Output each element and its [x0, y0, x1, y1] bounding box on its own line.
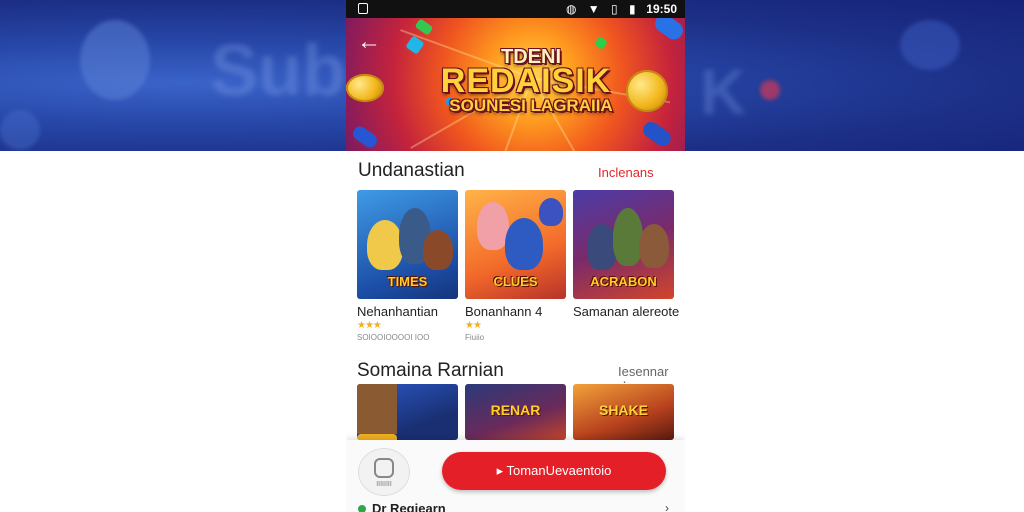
app-icon[interactable]: IIIIIIII	[358, 448, 410, 496]
phone-icon	[374, 458, 394, 478]
background-blur-text: K	[700, 56, 747, 128]
game-logo: ACRABON	[590, 274, 657, 289]
game-name[interactable]: Nehanhantian	[357, 304, 438, 319]
character-art	[367, 220, 403, 270]
gallery-icon	[358, 3, 368, 14]
next-section-title: Dr Regiearn	[358, 501, 446, 512]
background-coin	[80, 20, 150, 100]
character-art	[423, 230, 453, 270]
section-title: Somaina Rarnian	[357, 360, 504, 381]
character-art	[505, 218, 543, 270]
rating-stars: ★★★	[357, 320, 382, 331]
rating-stars: ★★	[465, 320, 482, 331]
game-card[interactable]	[357, 384, 458, 440]
bottom-action-bar: IIIIIIII ▸ TomanUevaentoio Dr Regiearn ›	[346, 440, 685, 512]
gold-coin-icon	[626, 70, 668, 112]
game-logo: TIMES	[387, 274, 428, 289]
gem-icon	[414, 18, 434, 36]
game-meta: SOIOOIOOOOI IOO	[357, 333, 430, 342]
game-name[interactable]: Samanan alereote	[573, 304, 679, 319]
section-link-text: Iesennar	[618, 364, 669, 379]
character-art	[639, 224, 669, 268]
phone-screen: ◍ ▼ ▯ ▮ 19:50 ← TDENI REDAISIK SOUNESI L…	[346, 0, 685, 512]
game-name-text: Bonanhann	[465, 304, 532, 319]
section-see-all-link[interactable]: Inclenans	[598, 165, 654, 180]
gem-icon	[651, 18, 685, 43]
background-coin	[760, 80, 780, 100]
game-card[interactable]: TIMES	[357, 190, 458, 299]
character-art	[613, 208, 643, 266]
install-button-label: TomanUevaentoio	[506, 463, 612, 478]
background-coin	[0, 110, 40, 150]
game-name[interactable]: Bonanhann 4	[465, 304, 542, 319]
game-logo: RENAR	[490, 402, 541, 418]
gem-icon	[350, 123, 380, 151]
status-icons: ◍ ▼ ▯ ▮	[566, 2, 640, 16]
section-title: Undanastian	[358, 160, 465, 181]
background-blur-text: Sub	[210, 31, 346, 111]
game-card[interactable]: SHAKE	[573, 384, 674, 440]
character-art	[539, 198, 563, 226]
game-meta: Fiuiio	[465, 333, 485, 342]
gold-coin-icon	[346, 74, 384, 102]
game-card[interactable]: ACRABON	[573, 190, 674, 299]
game-logo: CLUES	[493, 274, 538, 289]
game-name-suffix: 4	[535, 304, 543, 319]
status-dot-icon	[358, 505, 366, 512]
game-logo: SHAKE	[598, 402, 648, 418]
back-arrow-icon[interactable]: ←	[356, 30, 382, 56]
gem-icon	[640, 118, 674, 150]
game-card[interactable]: CLUES	[465, 190, 566, 299]
status-bar: ◍ ▼ ▯ ▮ 19:50	[346, 0, 685, 18]
character-art	[357, 384, 397, 434]
game-card[interactable]: RENAR	[465, 384, 566, 440]
hero-banner[interactable]: ← TDENI REDAISIK SOUNESI LAGRAIIA	[346, 18, 685, 151]
status-time: 19:50	[646, 2, 677, 16]
next-section-text: Dr Regiearn	[372, 501, 446, 512]
chevron-right-icon[interactable]: ›	[665, 501, 669, 512]
app-icon-label: IIIIIIII	[376, 481, 392, 488]
install-button[interactable]: ▸ TomanUevaentoio	[442, 452, 666, 490]
background-coin	[900, 20, 960, 70]
banner-title-line3: SOUNESI LAGRAIIA	[449, 96, 613, 115]
